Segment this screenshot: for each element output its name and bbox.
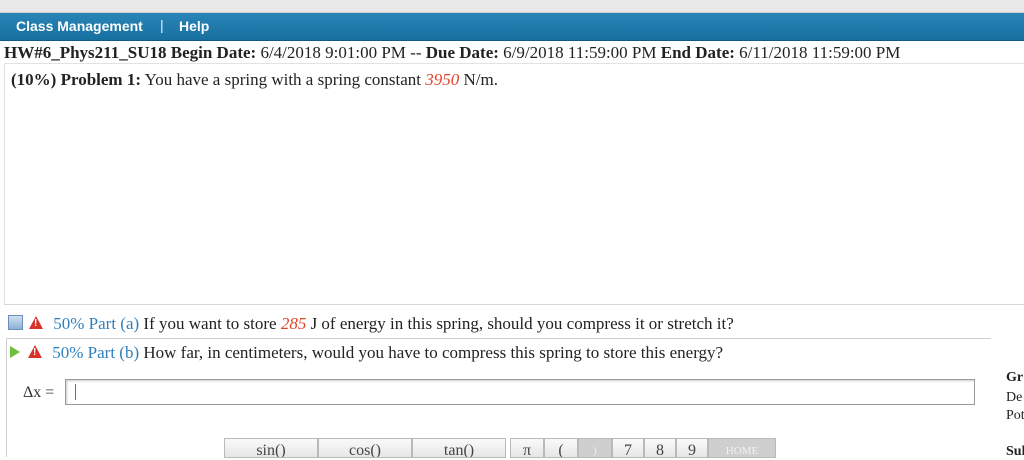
key-cos[interactable]: cos() (318, 438, 412, 458)
spring-constant-value: 3950 (425, 70, 460, 89)
key-tan[interactable]: tan() (412, 438, 506, 458)
key-7[interactable]: 7 (612, 438, 644, 458)
due-date-value: 6/9/2018 11:59:00 PM (503, 43, 657, 62)
assignment-header: HW#6_Phys211_SU18 Begin Date: 6/4/2018 9… (4, 43, 1024, 64)
spring-constant-unit: N/m. (463, 70, 498, 89)
problem-text: You have a spring with a spring constant (144, 70, 422, 89)
part-a-text-end: J of energy in this spring, should you c… (310, 314, 734, 333)
answer-input[interactable] (65, 379, 975, 405)
side-panel-line-4: Sul (1006, 444, 1024, 459)
begin-date-value: 6/4/2018 9:01:00 PM (260, 43, 406, 62)
delta-x-label: Δx = (23, 384, 55, 401)
problem-percent: (10%) (11, 70, 57, 89)
begin-date-label: Begin Date: (170, 43, 257, 62)
menu-separator: | (160, 17, 164, 33)
text-cursor (75, 384, 76, 400)
menu-help[interactable]: Help (179, 18, 209, 34)
end-date-value: 6/11/2018 11:59:00 PM (739, 43, 901, 62)
problem-panel: (10%) Problem 1: You have a spring with … (4, 64, 1024, 305)
date-dash: -- (410, 43, 422, 62)
key-pi[interactable]: π (510, 438, 544, 458)
part-a-text: If you want to store (143, 314, 277, 333)
side-panel-line-1: Gr (1006, 370, 1024, 385)
problem-label: Problem 1: (60, 70, 141, 89)
due-date-label: Due Date: (425, 43, 499, 62)
side-panel-line-3: Pot (1006, 408, 1024, 423)
browser-top-strip (0, 0, 1024, 13)
key-sin[interactable]: sin() (224, 438, 318, 458)
energy-value: 285 (280, 314, 307, 333)
key-8[interactable]: 8 (644, 438, 676, 458)
menu-class-management[interactable]: Class Management (16, 18, 143, 34)
collapse-icon[interactable] (8, 315, 23, 330)
part-a-label: 50% Part (a) (53, 314, 140, 333)
key-close-paren: ) (578, 438, 612, 458)
key-9[interactable]: 9 (676, 438, 708, 458)
part-a-row[interactable]: 50% Part (a) If you want to store 285 J … (8, 314, 734, 338)
menu-bar: Class Management | Help (0, 13, 1024, 41)
assignment-name: HW#6_Phys211_SU18 (4, 43, 167, 62)
warning-icon (29, 316, 43, 329)
problem-statement: (10%) Problem 1: You have a spring with … (11, 70, 498, 90)
key-open-paren[interactable]: ( (544, 438, 578, 458)
key-home: HOME (708, 438, 776, 458)
side-panel-line-2: De (1006, 390, 1023, 405)
end-date-label: End Date: (660, 43, 735, 62)
